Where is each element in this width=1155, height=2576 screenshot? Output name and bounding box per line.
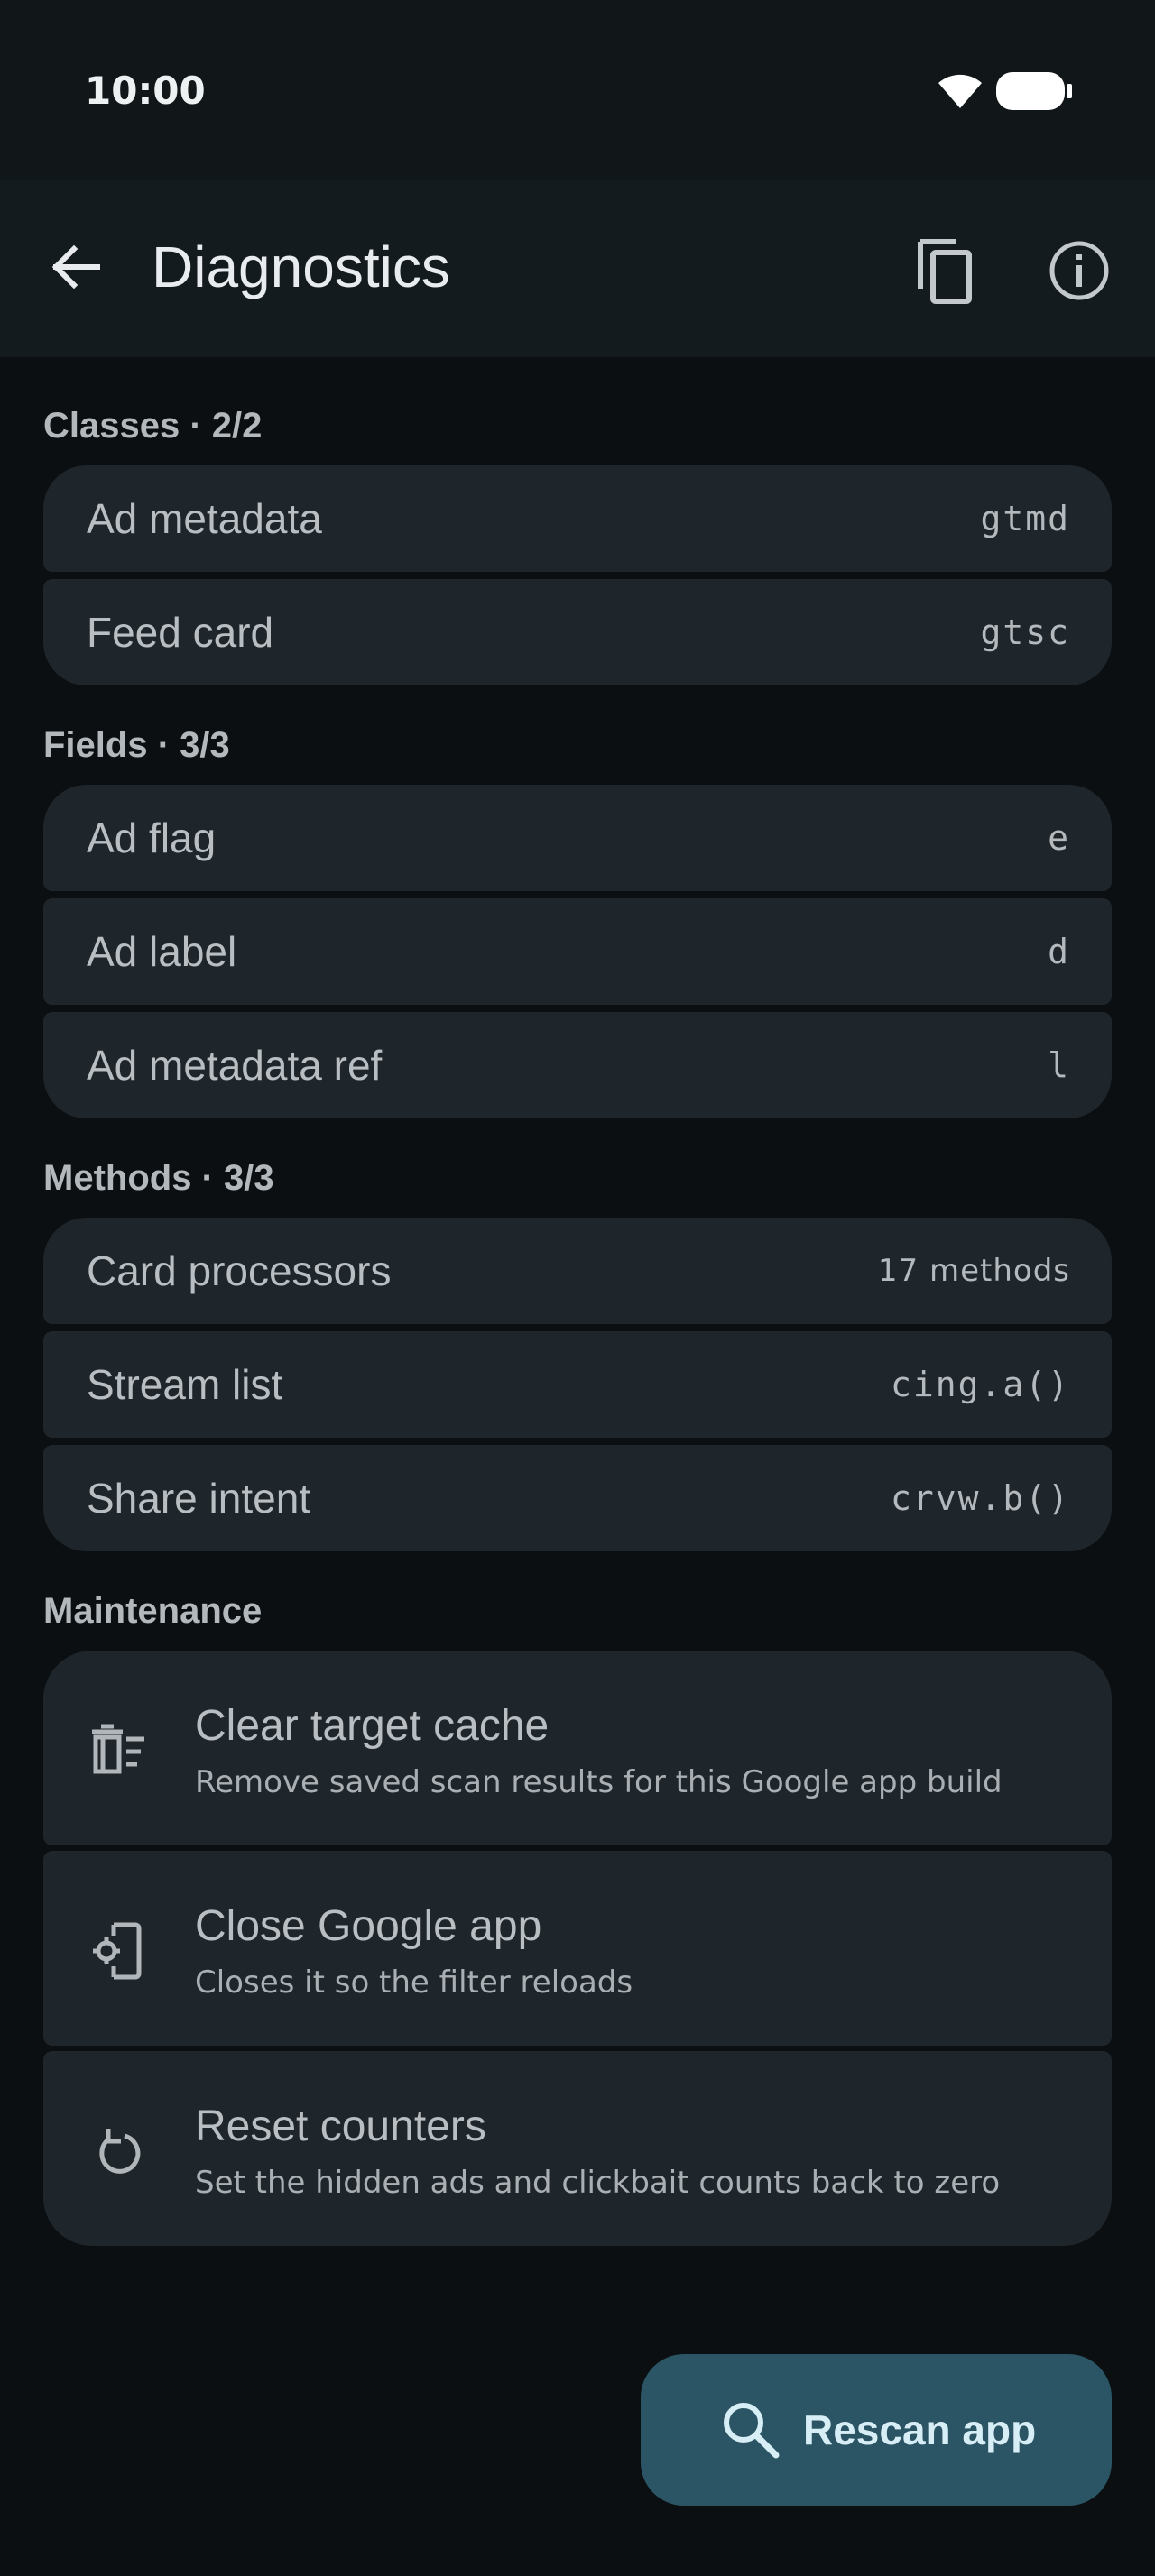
- close-google-app-button[interactable]: Close Google app Closes it so the filter…: [43, 1851, 1112, 2046]
- status-time: 10:00: [85, 69, 206, 113]
- battery-icon: [996, 72, 1072, 110]
- maintenance-title: Reset counters: [195, 2102, 486, 2150]
- rescan-app-button[interactable]: Rescan app: [641, 2354, 1112, 2506]
- maintenance-subtitle: Set the hidden ads and clickbait counts …: [195, 2165, 1001, 2201]
- list-item[interactable]: Ad metadata ref l: [43, 1012, 1112, 1118]
- item-label: Stream list: [87, 1361, 283, 1408]
- info-icon[interactable]: [1047, 238, 1112, 303]
- list-item[interactable]: Card processors 17 methods: [43, 1218, 1112, 1324]
- item-value: d: [1048, 932, 1070, 971]
- item-value: crvw.b(): [890, 1478, 1070, 1518]
- item-label: Card processors: [87, 1247, 392, 1294]
- maintenance-title: Clear target cache: [195, 1702, 550, 1750]
- list-item[interactable]: Feed card gtsc: [43, 579, 1112, 685]
- item-value: gtmd: [980, 499, 1070, 538]
- reset-counters-button[interactable]: Reset counters Set the hidden ads and cl…: [43, 2051, 1112, 2246]
- maintenance-subtitle: Remove saved scan results for this Googl…: [195, 1764, 1003, 1800]
- copy-icon[interactable]: [913, 236, 982, 305]
- list-item[interactable]: Share intent crvw.b(): [43, 1445, 1112, 1551]
- section-header-methods: Methods · 3/3: [43, 1158, 274, 1198]
- list-item[interactable]: Stream list cing.a(): [43, 1331, 1112, 1438]
- phone-settings-icon: [93, 1922, 142, 1980]
- list-item[interactable]: Ad metadata gtmd: [43, 465, 1112, 572]
- delete-sweep-icon: [92, 1724, 144, 1774]
- item-value: cing.a(): [890, 1365, 1070, 1404]
- item-label: Ad metadata ref: [87, 1042, 383, 1089]
- item-value: 17 methods: [877, 1253, 1070, 1289]
- list-item[interactable]: Ad flag e: [43, 785, 1112, 891]
- rescan-app-label: Rescan app: [803, 2406, 1037, 2453]
- item-label: Ad label: [87, 928, 237, 975]
- item-value: e: [1048, 818, 1070, 858]
- list-item[interactable]: Ad label d: [43, 898, 1112, 1005]
- item-value: gtsc: [980, 612, 1070, 652]
- item-value: l: [1048, 1045, 1070, 1085]
- reset-icon: [99, 2129, 141, 2174]
- clear-target-cache-button[interactable]: Clear target cache Remove saved scan res…: [43, 1651, 1112, 1845]
- item-label: Feed card: [87, 609, 274, 656]
- section-header-classes: Classes · 2/2: [43, 406, 263, 446]
- wifi-icon: [938, 74, 982, 108]
- item-label: Ad flag: [87, 814, 217, 861]
- section-header-maintenance: Maintenance: [43, 1591, 263, 1631]
- item-label: Share intent: [87, 1475, 311, 1522]
- maintenance-title: Close Google app: [195, 1902, 542, 1950]
- item-label: Ad metadata: [87, 495, 322, 542]
- page-title: Diagnostics: [152, 235, 450, 299]
- maintenance-subtitle: Closes it so the filter reloads: [195, 1964, 633, 2001]
- back-arrow-icon[interactable]: [47, 238, 105, 296]
- search-icon: [724, 2403, 780, 2459]
- section-header-fields: Fields · 3/3: [43, 725, 230, 765]
